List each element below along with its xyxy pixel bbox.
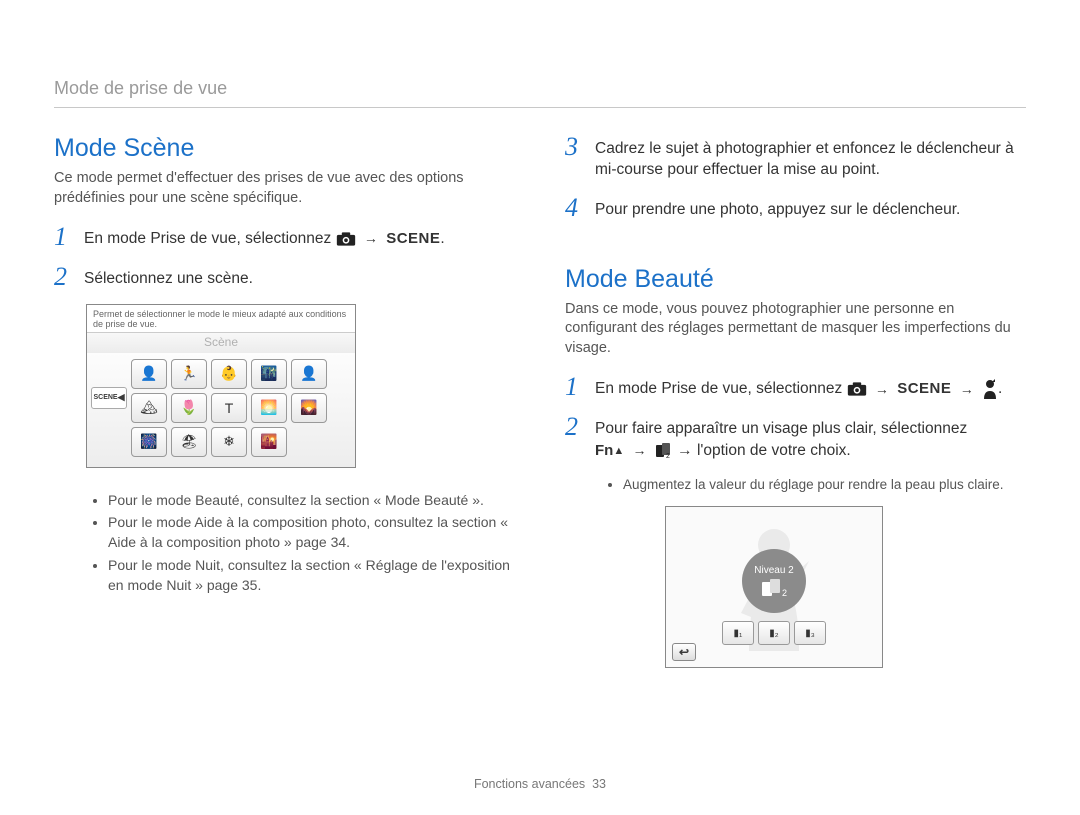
level-option-3[interactable]: ▮₃ xyxy=(794,621,826,645)
scene-tab-button[interactable]: SCENE◀ xyxy=(91,387,127,409)
scene-option[interactable]: 🌷 xyxy=(171,393,207,423)
beauty-step-2: 2 Pour faire apparaître un visage plus c… xyxy=(565,414,1026,461)
arrow-icon: → xyxy=(364,230,378,246)
scene-option[interactable]: 👶 xyxy=(211,359,247,389)
beauty-sub-notes: Augmentez la valeur du réglage pour rend… xyxy=(609,476,1026,495)
scene-option[interactable]: 🌅 xyxy=(251,393,287,423)
scene-option[interactable]: 🎆 xyxy=(131,427,167,457)
back-button[interactable]: ↩ xyxy=(672,643,696,661)
svg-text:2: 2 xyxy=(666,453,670,460)
period: . xyxy=(440,230,444,247)
scene-option[interactable]: 👤 xyxy=(291,359,327,389)
scene-mode-title: Mode Scène xyxy=(54,134,515,163)
scene-hint-text: Permet de sélectionner le mode le mieux … xyxy=(87,305,355,333)
step-text: En mode Prise de vue, sélectionnez xyxy=(84,230,331,247)
period: . xyxy=(998,380,1002,397)
level-label: Niveau 2 xyxy=(754,565,793,576)
face-tool-icon: 2 xyxy=(655,442,673,460)
note-item: Augmentez la valeur du réglage pour rend… xyxy=(623,476,1026,495)
beauty-mode-intro: Dans ce mode, vous pouvez photographier … xyxy=(565,300,1026,359)
scene-option[interactable]: T xyxy=(211,393,247,423)
scene-step-4: 4 Pour prendre une photo, appuyez sur le… xyxy=(565,195,1026,221)
scene-option[interactable]: 🏔 xyxy=(131,393,167,423)
scene-option[interactable]: 🌄 xyxy=(291,393,327,423)
note-item: Pour le mode Aide à la composition photo… xyxy=(108,512,515,553)
arrow-icon: → xyxy=(960,381,974,397)
scene-label-icon: SCENE xyxy=(386,230,440,247)
scene-label-icon: SCENE xyxy=(897,380,951,397)
arrow-icon: → xyxy=(633,442,647,458)
arrow-icon: → xyxy=(875,381,889,397)
step-text: Pour prendre une photo, appuyez sur le d… xyxy=(595,195,960,220)
step-text: Sélectionnez une scène. xyxy=(84,264,253,289)
scene-selector-screenshot: Permet de sélectionner le mode le mieux … xyxy=(86,304,356,468)
level-options-row: ▮₁ ▮₂ ▮₃ xyxy=(722,621,826,645)
scene-icon-grid: 👤 🏃 👶 🌃 👤 🏔 🌷 T 🌅 🌄 🎆 🏖 ❄ 🌇 xyxy=(131,359,347,457)
scene-option[interactable]: 🏖 xyxy=(171,427,207,457)
step-text: Pour faire apparaître un visage plus cla… xyxy=(595,420,967,437)
up-triangle-icon: ▲ xyxy=(613,445,624,457)
beauty-step-1: 1 En mode Prise de vue, sélectionnez → S… xyxy=(565,374,1026,400)
level-option-1[interactable]: ▮₁ xyxy=(722,621,754,645)
beauty-mode-title: Mode Beauté xyxy=(565,265,1026,294)
step-number: 4 xyxy=(565,195,585,221)
beauty-level-screenshot: Niveau 2 2 ▮₁ ▮₂ ▮₃ ↩ xyxy=(665,506,883,668)
camera-icon xyxy=(336,231,356,247)
scene-step-2: 2 Sélectionnez une scène. xyxy=(54,264,515,290)
breadcrumb: Mode de prise de vue xyxy=(54,78,1026,99)
step-number: 2 xyxy=(54,264,74,290)
step-number: 1 xyxy=(565,374,585,400)
step-text-tail: → l'option de votre choix. xyxy=(677,442,851,459)
left-column: Mode Scène Ce mode permet d'effectuer de… xyxy=(54,134,515,668)
scene-option[interactable]: 🌃 xyxy=(251,359,287,389)
right-column: 3 Cadrez le sujet à photographier et enf… xyxy=(565,134,1026,668)
camera-icon xyxy=(847,381,867,397)
scene-tab-label: SCENE xyxy=(93,394,117,401)
level-option-2[interactable]: ▮₂ xyxy=(758,621,790,645)
scene-notes-list: Pour le mode Beauté, consultez la sectio… xyxy=(94,490,515,595)
scene-step-3: 3 Cadrez le sujet à photographier et enf… xyxy=(565,134,1026,181)
note-item: Pour le mode Nuit, consultez la section … xyxy=(108,555,515,596)
step-number: 3 xyxy=(565,134,585,160)
page-footer: Fonctions avancées 33 xyxy=(0,777,1080,791)
section-divider xyxy=(54,107,1026,108)
level-indicator: Niveau 2 2 xyxy=(742,549,806,613)
scene-mode-intro: Ce mode permet d'effectuer des prises de… xyxy=(54,169,515,208)
step-text: Cadrez le sujet à photographier et enfon… xyxy=(595,134,1026,181)
scene-option[interactable]: 🏃 xyxy=(171,359,207,389)
scene-option[interactable]: ❄ xyxy=(211,427,247,457)
footer-section: Fonctions avancées xyxy=(474,777,585,791)
scene-step-1: 1 En mode Prise de vue, sélectionnez → S… xyxy=(54,224,515,250)
step-text: En mode Prise de vue, sélectionnez xyxy=(595,380,842,397)
step-number: 2 xyxy=(565,414,585,440)
scene-option[interactable]: 👤 xyxy=(131,359,167,389)
scene-option[interactable]: 🌇 xyxy=(251,427,287,457)
note-item: Pour le mode Beauté, consultez la sectio… xyxy=(108,490,515,510)
step-number: 1 xyxy=(54,224,74,250)
fn-label-icon: Fn xyxy=(595,442,613,459)
footer-page-number: 33 xyxy=(592,777,606,791)
person-retouch-icon xyxy=(982,379,998,399)
svg-text:2: 2 xyxy=(782,588,787,598)
level-icon: 2 xyxy=(760,578,788,598)
scene-header-label: Scène xyxy=(87,333,355,353)
